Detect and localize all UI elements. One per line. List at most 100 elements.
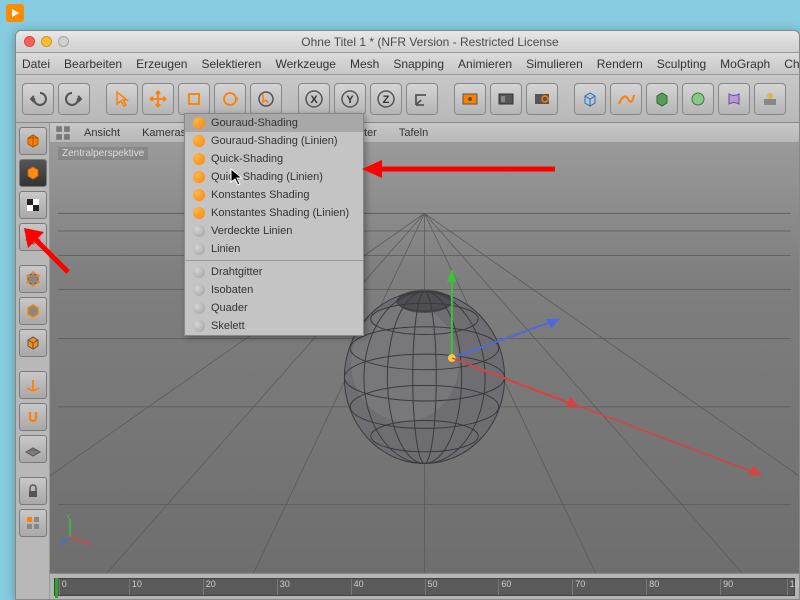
main-toolbar: X Y Z bbox=[16, 75, 799, 123]
lock-button[interactable] bbox=[19, 477, 47, 505]
svg-text:Y: Y bbox=[66, 514, 71, 521]
window-controls[interactable] bbox=[24, 36, 69, 47]
viewmenu-tafeln[interactable]: Tafeln bbox=[389, 125, 438, 141]
dropdown-item-gouraud[interactable]: Gouraud-Shading bbox=[185, 114, 363, 132]
make-editable-button[interactable] bbox=[19, 127, 47, 155]
axis-z-button[interactable]: Z bbox=[370, 83, 402, 115]
select-tool-button[interactable] bbox=[106, 83, 138, 115]
timeline-tick: 40 bbox=[351, 579, 364, 595]
menu-snapping[interactable]: Snapping bbox=[393, 57, 444, 71]
sphere-icon bbox=[193, 117, 205, 129]
menu-rendern[interactable]: Rendern bbox=[597, 57, 643, 71]
menu-datei[interactable]: Datei bbox=[22, 57, 50, 71]
timeline-track[interactable]: 0 10 20 30 40 50 60 70 80 90 100 bbox=[54, 578, 795, 596]
timeline-tick: 50 bbox=[425, 579, 438, 595]
menu-werkzeuge[interactable]: Werkzeuge bbox=[275, 57, 335, 71]
dropdown-item-box[interactable]: Quader bbox=[185, 299, 363, 317]
timeline-tick: 80 bbox=[646, 579, 659, 595]
timeline-tick: 100 bbox=[787, 579, 800, 595]
polygons-mode-button[interactable] bbox=[19, 329, 47, 357]
render-picture-button[interactable] bbox=[490, 83, 522, 115]
sphere-icon bbox=[193, 243, 205, 255]
dropdown-item-quick[interactable]: Quick-Shading bbox=[185, 150, 363, 168]
workplane-mode-button[interactable] bbox=[19, 223, 47, 251]
timeline-tick: 70 bbox=[572, 579, 585, 595]
edges-mode-button[interactable] bbox=[19, 297, 47, 325]
timeline-tick: 10 bbox=[129, 579, 142, 595]
render-settings-button[interactable] bbox=[526, 83, 558, 115]
perspective-label: Zentralperspektive bbox=[58, 147, 148, 160]
nurbs-button[interactable] bbox=[646, 83, 678, 115]
last-tool-button[interactable] bbox=[250, 83, 282, 115]
model-mode-button[interactable] bbox=[19, 159, 47, 187]
deformer-button[interactable] bbox=[718, 83, 750, 115]
dropdown-item-lines[interactable]: Linien bbox=[185, 240, 363, 258]
menu-bearbeiten[interactable]: Bearbeiten bbox=[64, 57, 122, 71]
menu-animieren[interactable]: Animieren bbox=[458, 57, 512, 71]
dropdown-item-isobates[interactable]: Isobaten bbox=[185, 281, 363, 299]
axis-x-button[interactable]: X bbox=[298, 83, 330, 115]
timeline-tick: 90 bbox=[720, 579, 733, 595]
texture-mode-button[interactable] bbox=[19, 191, 47, 219]
modeling-button[interactable] bbox=[682, 83, 714, 115]
titlebar: Ohne Titel 1 * (NFR Version - Restricted… bbox=[16, 31, 799, 53]
sphere-icon bbox=[193, 171, 205, 183]
timeline-tick: 20 bbox=[203, 579, 216, 595]
snap-tool-button[interactable] bbox=[19, 403, 47, 431]
axis-y-button[interactable]: Y bbox=[334, 83, 366, 115]
spline-button[interactable] bbox=[610, 83, 642, 115]
dropdown-separator bbox=[185, 260, 363, 261]
dropdown-item-quick-lines[interactable]: Quick-Shading (Linien) bbox=[185, 168, 363, 186]
svg-text:X: X bbox=[88, 541, 93, 547]
menu-character[interactable]: Char bbox=[784, 57, 800, 71]
main-menubar[interactable]: Datei Bearbeiten Erzeugen Selektieren We… bbox=[16, 53, 799, 75]
dropdown-item-gouraud-lines[interactable]: Gouraud-Shading (Linien) bbox=[185, 132, 363, 150]
viewmenu-ansicht[interactable]: Ansicht bbox=[74, 125, 130, 141]
move-tool-button[interactable] bbox=[142, 83, 174, 115]
close-icon[interactable] bbox=[24, 36, 35, 47]
sphere-icon bbox=[193, 302, 205, 314]
menu-sculpting[interactable]: Sculpting bbox=[657, 57, 706, 71]
dropdown-item-wireframe[interactable]: Drahtgitter bbox=[185, 263, 363, 281]
dropdown-item-constant[interactable]: Konstantes Shading bbox=[185, 186, 363, 204]
viewport-menubar[interactable]: Ansicht Kameras Darstellung Optionen Fil… bbox=[50, 123, 799, 143]
menu-selektieren[interactable]: Selektieren bbox=[201, 57, 261, 71]
undo-button[interactable] bbox=[22, 83, 54, 115]
tutorial-play-icon bbox=[6, 4, 24, 22]
viewport-solo-button[interactable] bbox=[19, 509, 47, 537]
render-view-button[interactable] bbox=[454, 83, 486, 115]
sphere-icon bbox=[193, 153, 205, 165]
redo-button[interactable] bbox=[58, 83, 90, 115]
viewport-3d[interactable]: Zentralperspektive bbox=[50, 143, 799, 573]
menu-mograph[interactable]: MoGraph bbox=[720, 57, 770, 71]
app-window: Ohne Titel 1 * (NFR Version - Restricted… bbox=[15, 30, 800, 600]
svg-text:Y: Y bbox=[346, 94, 354, 106]
menu-erzeugen[interactable]: Erzeugen bbox=[136, 57, 187, 71]
darstellung-dropdown[interactable]: Gouraud-Shading Gouraud-Shading (Linien)… bbox=[184, 113, 364, 336]
sphere-icon bbox=[193, 266, 205, 278]
viewport-config-icon[interactable] bbox=[54, 125, 72, 141]
rotate-tool-button[interactable] bbox=[214, 83, 246, 115]
timeline-tick: 30 bbox=[277, 579, 290, 595]
dropdown-item-hidden-lines[interactable]: Verdeckte Linien bbox=[185, 222, 363, 240]
scale-tool-button[interactable] bbox=[178, 83, 210, 115]
timeline-playhead[interactable] bbox=[55, 578, 58, 598]
dropdown-item-constant-lines[interactable]: Konstantes Shading (Linien) bbox=[185, 204, 363, 222]
points-mode-button[interactable] bbox=[19, 265, 47, 293]
menu-mesh[interactable]: Mesh bbox=[350, 57, 379, 71]
axis-orientation-icon: Y X Z bbox=[60, 513, 94, 547]
dropdown-item-skeleton[interactable]: Skelett bbox=[185, 317, 363, 335]
timeline[interactable]: 0 10 20 30 40 50 60 70 80 90 100 bbox=[50, 573, 799, 599]
svg-text:X: X bbox=[310, 94, 318, 106]
timeline-tick: 0 bbox=[59, 579, 67, 595]
coord-system-button[interactable] bbox=[406, 83, 438, 115]
cube-primitive-button[interactable] bbox=[574, 83, 606, 115]
zoom-icon[interactable] bbox=[58, 36, 69, 47]
sphere-icon bbox=[193, 225, 205, 237]
soft-selection-button[interactable] bbox=[19, 435, 47, 463]
minimize-icon[interactable] bbox=[41, 36, 52, 47]
menu-simulieren[interactable]: Simulieren bbox=[526, 57, 583, 71]
axis-tool-button[interactable] bbox=[19, 371, 47, 399]
mouse-cursor-icon bbox=[230, 168, 244, 186]
environment-button[interactable] bbox=[754, 83, 786, 115]
